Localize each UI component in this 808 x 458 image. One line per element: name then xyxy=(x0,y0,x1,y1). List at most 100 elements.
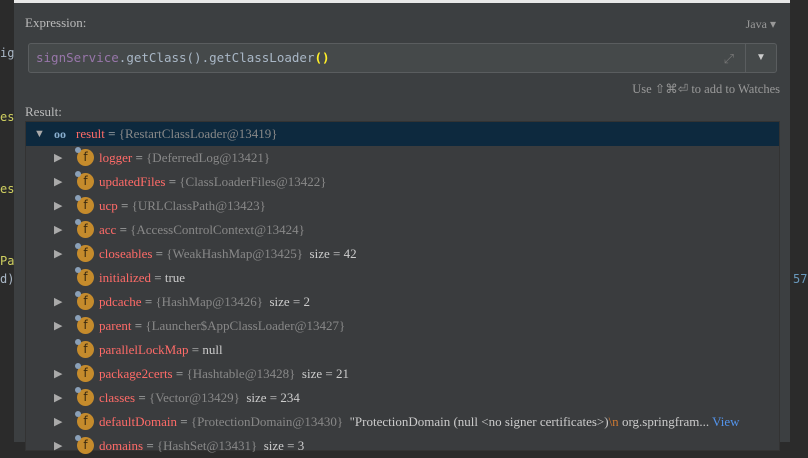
var-value: size = 234 xyxy=(246,390,300,405)
tree-row[interactable]: ▶ f acc = {AccessControlContext@13424} xyxy=(26,218,779,242)
expression-label: Expression: xyxy=(25,15,87,30)
field-icon: f xyxy=(75,267,94,286)
tree-row[interactable]: ▶ f closeables = {WeakHashMap@13425} size … xyxy=(26,242,779,266)
equals: = xyxy=(119,222,127,237)
equals: = xyxy=(144,294,153,309)
expand-arrow-icon[interactable]: ▶ xyxy=(54,146,62,170)
editor-code-fragment: ig xyxy=(0,46,15,60)
var-name: initialized xyxy=(99,270,151,285)
var-name: defaultDomain xyxy=(99,414,177,429)
tree-row[interactable]: ▶ f defaultDomain = {ProtectionDomain@1343… xyxy=(26,410,779,434)
expand-arrow-icon[interactable]: ▶ xyxy=(54,218,62,242)
field-icon: f xyxy=(75,339,94,358)
tree-row[interactable]: ▶ f pdcache = {HashMap@13426} size = 2 xyxy=(26,290,779,314)
var-name: closeables xyxy=(99,246,153,261)
tree-row[interactable]: ▶ f parent = {Launcher$AppClassLoader@1342… xyxy=(26,314,779,338)
tree-row[interactable]: f parallelLockMap = null xyxy=(26,338,779,362)
expand-arrow-icon[interactable]: ▶ xyxy=(54,170,62,194)
field-icon: f xyxy=(75,243,94,262)
equals: = xyxy=(191,342,200,357)
var-value: true xyxy=(164,270,186,285)
var-value: size = 3 xyxy=(263,438,305,453)
result-label: Result: xyxy=(25,104,62,119)
var-ref: {Vector@13429} xyxy=(148,390,240,405)
equals: = xyxy=(121,198,129,213)
tree-row[interactable]: ▶ f updatedFiles = {ClassLoaderFiles@13422… xyxy=(26,170,779,194)
expand-arrow-icon[interactable]: ▶ xyxy=(54,194,62,218)
tree-row[interactable]: ▶ f ucp = {URLClassPath@13423} xyxy=(26,194,779,218)
tree-row[interactable]: ▶ f package2certs = {Hashtable@13428} size… xyxy=(26,362,779,386)
expand-arrow-icon[interactable]: ▶ xyxy=(54,362,62,386)
var-name: package2certs xyxy=(99,366,173,381)
var-ref: {WeakHashMap@13425} xyxy=(166,246,304,261)
equals: = xyxy=(175,366,184,381)
var-name: logger xyxy=(99,150,133,165)
chevron-down-icon: ▾ xyxy=(769,17,776,31)
var-ref: {URLClassPath@13423} xyxy=(131,198,266,213)
var-value: null xyxy=(202,342,223,357)
equals: = xyxy=(134,318,143,333)
expand-arrow-icon[interactable]: ▶ xyxy=(54,410,62,434)
equals: = xyxy=(135,150,143,165)
equals: = xyxy=(108,126,116,141)
view-link[interactable]: View xyxy=(712,414,739,429)
var-name: classes xyxy=(99,390,136,405)
editor-code-fragment: 57 xyxy=(793,272,808,286)
var-ref: {DeferredLog@13421} xyxy=(146,150,271,165)
field-icon: f xyxy=(75,171,94,190)
var-value: size = 21 xyxy=(301,366,349,381)
var-name: domains xyxy=(99,438,144,453)
tree-root-row[interactable]: ▼ oo result = {RestartClassLoader@13419} xyxy=(26,122,779,146)
editor-code-fragment: Pa xyxy=(0,254,15,268)
var-ref: {Launcher$AppClassLoader@13427} xyxy=(145,318,346,333)
expand-arrow-icon[interactable]: ▶ xyxy=(54,242,62,266)
var-ref: {RestartClassLoader@13419} xyxy=(118,126,278,141)
var-name: ucp xyxy=(99,198,118,213)
expression-input[interactable]: signService.getClass().getClassLoader() … xyxy=(28,43,777,73)
field-icon: f xyxy=(75,147,94,166)
equals: = xyxy=(146,438,154,453)
expression-call: .getClass().getClassLoader xyxy=(118,50,315,65)
var-name: updatedFiles xyxy=(99,174,166,189)
editor-code-fragment: d) xyxy=(0,272,15,286)
tree-row[interactable]: f initialized = true xyxy=(26,266,779,290)
tree-row[interactable]: ▶ f domains = {HashSet@13431} size = 3 xyxy=(26,434,779,458)
equals: = xyxy=(180,414,188,429)
expand-arrow-icon[interactable]: ▶ xyxy=(54,290,62,314)
var-ref: {AccessControlContext@13424} xyxy=(130,222,305,237)
evaluate-expression-dialog: Expression: Java ▾ signService.getClass(… xyxy=(14,0,790,454)
language-label: Java xyxy=(745,17,767,31)
field-icon: f xyxy=(75,195,94,214)
var-name: pdcache xyxy=(99,294,142,309)
equals: = xyxy=(154,270,162,285)
history-dropdown-button[interactable]: ▼ xyxy=(745,44,776,72)
expand-arrow-icon[interactable]: ▶ xyxy=(54,386,62,410)
var-value: size = 2 xyxy=(269,294,310,309)
equals: = xyxy=(138,390,146,405)
var-value: "ProtectionDomain (null <no signer certi… xyxy=(349,414,609,429)
expression-parens: () xyxy=(314,50,330,65)
language-selector[interactable]: Java ▾ xyxy=(746,17,776,32)
var-name: result xyxy=(76,126,105,141)
chevron-down-icon: ▼ xyxy=(756,52,766,63)
field-icon: f xyxy=(75,291,94,310)
editor-code-fragment: es xyxy=(0,110,15,124)
field-icon: f xyxy=(75,315,94,334)
var-name: acc xyxy=(99,222,117,237)
var-ref: {ProtectionDomain@13430} xyxy=(190,414,344,429)
result-tree[interactable]: ▼ oo result = {RestartClassLoader@13419}… xyxy=(25,121,780,454)
expand-icon[interactable]: ⤢ xyxy=(724,51,734,67)
equals: = xyxy=(168,174,177,189)
tree-row[interactable]: ▶ f logger = {DeferredLog@13421} xyxy=(26,146,779,170)
var-ref: {Hashtable@13428} xyxy=(186,366,296,381)
expand-arrow-icon[interactable]: ▶ xyxy=(54,434,62,458)
var-value-tail: org.springfram... xyxy=(618,414,710,429)
var-ref: {HashMap@13426} xyxy=(155,294,263,309)
var-value: size = 42 xyxy=(309,246,357,261)
var-name: parallelLockMap xyxy=(99,342,189,357)
editor-code-fragment: es xyxy=(0,182,15,196)
field-icon: f xyxy=(75,219,94,238)
expand-collapse-icon[interactable]: ▼ xyxy=(34,122,45,146)
expand-arrow-icon[interactable]: ▶ xyxy=(54,314,62,338)
tree-row[interactable]: ▶ f classes = {Vector@13429} size = 234 xyxy=(26,386,779,410)
